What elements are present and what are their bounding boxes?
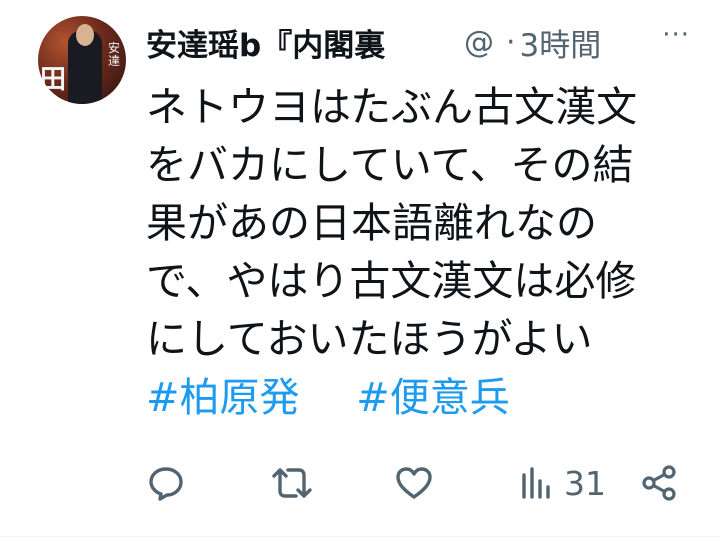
hashtag-link[interactable]: #柏原発	[146, 375, 300, 421]
views-count: 31	[564, 463, 606, 503]
tweet-body-line: で、やはり古文漢文は必修	[146, 257, 637, 305]
hashtag-row: #柏原発 #便意兵	[146, 370, 554, 426]
more-options-icon[interactable]: ···	[662, 22, 690, 48]
like-icon	[396, 467, 432, 499]
hashtag-link[interactable]: #便意兵	[356, 375, 510, 421]
share-icon	[642, 465, 676, 501]
author-name-wrap[interactable]: 安達瑶b『内閣裏	[146, 20, 458, 65]
share-button[interactable]	[640, 458, 680, 508]
tweet-body-line: にしておいたほうがよい	[146, 315, 593, 363]
avatar-vertical-text: 安達	[108, 41, 121, 68]
separator-dot: ·	[506, 24, 516, 60]
views-icon	[522, 467, 550, 499]
tweet-body-line: 果があの日本語離れなの	[146, 199, 597, 247]
author-name[interactable]: 安達瑶b『内閣裏	[146, 28, 385, 64]
tweet-header: 安達瑶b『内閣裏 @ · 3時間	[146, 18, 712, 66]
retweet-button[interactable]	[270, 458, 314, 508]
author-handle-wrap[interactable]: @	[464, 25, 502, 60]
tweet-body-line: をバカにしていて、その結	[146, 141, 634, 189]
views-button[interactable]: 31	[520, 458, 606, 508]
reply-icon	[149, 467, 183, 501]
reply-button[interactable]	[146, 458, 186, 508]
author-handle[interactable]: @	[464, 25, 494, 60]
action-bar: 31	[146, 458, 686, 508]
tweet-body-line: ネトウヨはたぶん古文漢文	[146, 83, 638, 131]
retweet-icon	[272, 468, 312, 498]
avatar-face	[76, 24, 94, 46]
tweet-body: ネトウヨはたぶん古文漢文 をバカにしていて、その結 果があの日本語離れなの で、…	[146, 78, 706, 368]
avatar[interactable]: 田 安達	[38, 16, 126, 104]
like-button[interactable]	[394, 458, 434, 508]
tweet-timestamp[interactable]: 3時間	[520, 20, 602, 65]
tweet-divider	[0, 536, 720, 537]
avatar-side-text: 田	[40, 65, 67, 95]
